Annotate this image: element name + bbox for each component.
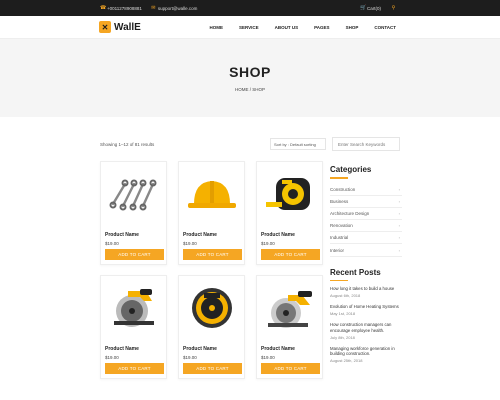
chevron-right-icon: › xyxy=(398,198,400,204)
category-label: Business xyxy=(330,198,349,204)
recent-posts-title: Recent Posts xyxy=(330,267,381,277)
add-to-cart-button[interactable]: ADD TO CART xyxy=(183,363,242,374)
recent-post[interactable]: How construction managers can encourage … xyxy=(330,322,402,340)
email-contact[interactable]: ✉ support@walle.com xyxy=(151,4,198,11)
category-item[interactable]: Renovation › xyxy=(330,220,402,233)
post-date: August 6th, 2018 xyxy=(330,293,361,299)
recent-post[interactable]: Evolution of Home Heating Systems May 1st… xyxy=(330,304,402,316)
mail-icon: ✉ xyxy=(151,4,156,11)
nav-item-contact[interactable]: CONTACT xyxy=(374,25,396,30)
categories-title: Categories xyxy=(330,165,372,174)
product-price: $19.00 xyxy=(261,241,275,246)
category-label: Architecture Design xyxy=(330,210,370,216)
product-grid: Product Name $19.00 ADD TO CART Product … xyxy=(100,161,323,379)
product-name[interactable]: Product Name xyxy=(183,346,217,352)
hard-hat-icon[interactable] xyxy=(179,162,244,226)
product-price: $19.00 xyxy=(183,241,197,246)
product-card[interactable]: Product Name $19.00 ADD TO CART xyxy=(256,161,323,265)
add-to-cart-button[interactable]: ADD TO CART xyxy=(105,249,164,260)
add-to-cart-button[interactable]: ADD TO CART xyxy=(105,363,164,374)
nav-item-about[interactable]: ABOUT US xyxy=(275,25,299,30)
nav-item-pages[interactable]: PAGES xyxy=(314,25,329,30)
nav-item-home[interactable]: HOME xyxy=(209,25,223,30)
post-title[interactable]: Evolution of Home Heating Systems xyxy=(330,304,402,310)
logo[interactable]: ✕ WallE xyxy=(99,21,141,33)
post-title[interactable]: Managing workforce generation in buildin… xyxy=(330,346,402,357)
category-item[interactable]: Industrial › xyxy=(330,232,402,245)
recent-post[interactable]: How long it takes to build a house August… xyxy=(330,286,402,298)
cart-text: Cart(0) xyxy=(366,5,381,11)
phone-contact[interactable]: ☎ +0011278908881 xyxy=(100,4,142,11)
add-to-cart-button[interactable]: ADD TO CART xyxy=(183,249,242,260)
circular-saw-icon[interactable] xyxy=(101,276,166,340)
saw-blade-icon[interactable] xyxy=(179,276,244,340)
product-name[interactable]: Product Name xyxy=(261,232,295,238)
post-title[interactable]: How long it takes to build a house xyxy=(330,286,402,292)
nav-item-service[interactable]: SERVICE xyxy=(239,25,259,30)
chevron-right-icon: › xyxy=(398,235,400,241)
page-title: SHOP xyxy=(229,64,271,80)
brand-name: WallE xyxy=(114,21,141,33)
top-bar: ☎ +0011278908881 ✉ support@walle.com 🛒 Cart… xyxy=(0,0,500,16)
product-card[interactable]: Product Name $19.00 ADD TO CART xyxy=(100,275,167,379)
category-item[interactable]: Business › xyxy=(330,196,402,208)
phone-icon: ☎ xyxy=(100,4,107,11)
category-item[interactable]: Construction › xyxy=(330,184,402,196)
product-name[interactable]: Product Name xyxy=(105,232,139,238)
post-date: May 1st, 2018 xyxy=(330,311,356,317)
cart-link[interactable]: 🛒 Cart(0) xyxy=(359,4,381,11)
search-icon[interactable]: ⚲ xyxy=(391,5,396,11)
category-item[interactable]: Interior › xyxy=(330,244,402,257)
sort-select[interactable]: Sort by : Default sorting xyxy=(270,138,326,150)
nav-item-shop[interactable]: SHOP xyxy=(346,25,359,30)
product-price: $19.00 xyxy=(183,355,197,360)
product-card[interactable]: Product Name $19.00 ADD TO CART xyxy=(178,275,245,379)
chevron-right-icon: › xyxy=(398,223,400,229)
product-price: $19.00 xyxy=(105,241,119,246)
chevron-right-icon: › xyxy=(398,186,400,192)
post-title[interactable]: How construction managers can encourage … xyxy=(330,322,402,333)
title-underline xyxy=(330,177,348,179)
product-card[interactable]: Product Name $19.00 ADD TO CART xyxy=(100,161,167,265)
recent-posts: Recent Posts How long it takes to build … xyxy=(330,267,402,364)
circular-saw-icon[interactable] xyxy=(257,276,322,340)
product-card[interactable]: Product Name $19.00 ADD TO CART xyxy=(256,275,323,379)
cart-icon: 🛒 xyxy=(359,4,367,11)
category-item[interactable]: Architecture Design › xyxy=(330,208,402,221)
email-text: support@walle.com xyxy=(157,5,198,11)
chevron-right-icon: › xyxy=(398,210,400,216)
tape-measure-icon[interactable] xyxy=(257,162,322,226)
phone-text: +0011278908881 xyxy=(107,5,142,11)
post-date: July 8th, 2018 xyxy=(330,334,355,340)
category-label: Industrial xyxy=(330,235,349,241)
product-name[interactable]: Product Name xyxy=(261,346,295,352)
main-navbar: ✕ WallE HOME SERVICE ABOUT US PAGES SHOP… xyxy=(0,16,500,39)
category-label: Interior xyxy=(330,247,345,253)
product-price: $19.00 xyxy=(105,355,119,360)
product-price: $19.00 xyxy=(261,355,275,360)
category-label: Renovation xyxy=(330,223,353,229)
add-to-cart-button[interactable]: ADD TO CART xyxy=(261,363,320,374)
post-date: August 25th, 2018 xyxy=(330,358,363,364)
search-input[interactable]: Enter Search Keywords xyxy=(332,137,400,151)
product-name[interactable]: Product Name xyxy=(105,346,139,352)
nav-menu: HOME SERVICE ABOUT US PAGES SHOP CONTACT xyxy=(209,25,396,30)
sidebar: Categories Construction › Business › Archi… xyxy=(330,165,402,369)
recent-post[interactable]: Managing workforce generation in buildin… xyxy=(330,346,402,364)
category-label: Construction xyxy=(330,186,356,192)
results-count: Showing 1–12 of 81 results xyxy=(100,142,155,147)
wrench-set-icon[interactable] xyxy=(101,162,166,226)
logo-icon: ✕ xyxy=(99,21,111,33)
chevron-right-icon: › xyxy=(398,247,400,253)
breadcrumb[interactable]: HOME / SHOP xyxy=(235,87,265,92)
page-hero: SHOP HOME / SHOP xyxy=(0,39,500,117)
product-card[interactable]: Product Name $19.00 ADD TO CART xyxy=(178,161,245,265)
product-name[interactable]: Product Name xyxy=(183,232,217,238)
add-to-cart-button[interactable]: ADD TO CART xyxy=(261,249,320,260)
title-underline xyxy=(330,279,348,282)
